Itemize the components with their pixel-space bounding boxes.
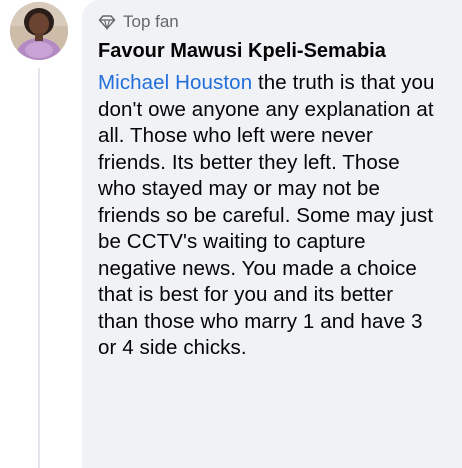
badge-label: Top fan bbox=[123, 12, 179, 31]
thread-line bbox=[38, 68, 40, 468]
avatar[interactable] bbox=[10, 2, 68, 60]
mention-link[interactable]: Michael Houston bbox=[98, 71, 252, 94]
comment-text: Michael Houston the truth is that you do… bbox=[98, 70, 438, 362]
comment-author[interactable]: Favour Mawusi Kpeli-Semabia bbox=[98, 38, 454, 64]
comment-bubble: Top fan Favour Mawusi Kpeli-Semabia Mich… bbox=[82, 0, 462, 468]
diamond-icon bbox=[98, 13, 116, 31]
top-fan-badge[interactable]: Top fan bbox=[98, 12, 454, 32]
comment-body: the truth is that you don't owe anyone a… bbox=[98, 71, 435, 359]
avatar-photo bbox=[10, 2, 68, 60]
